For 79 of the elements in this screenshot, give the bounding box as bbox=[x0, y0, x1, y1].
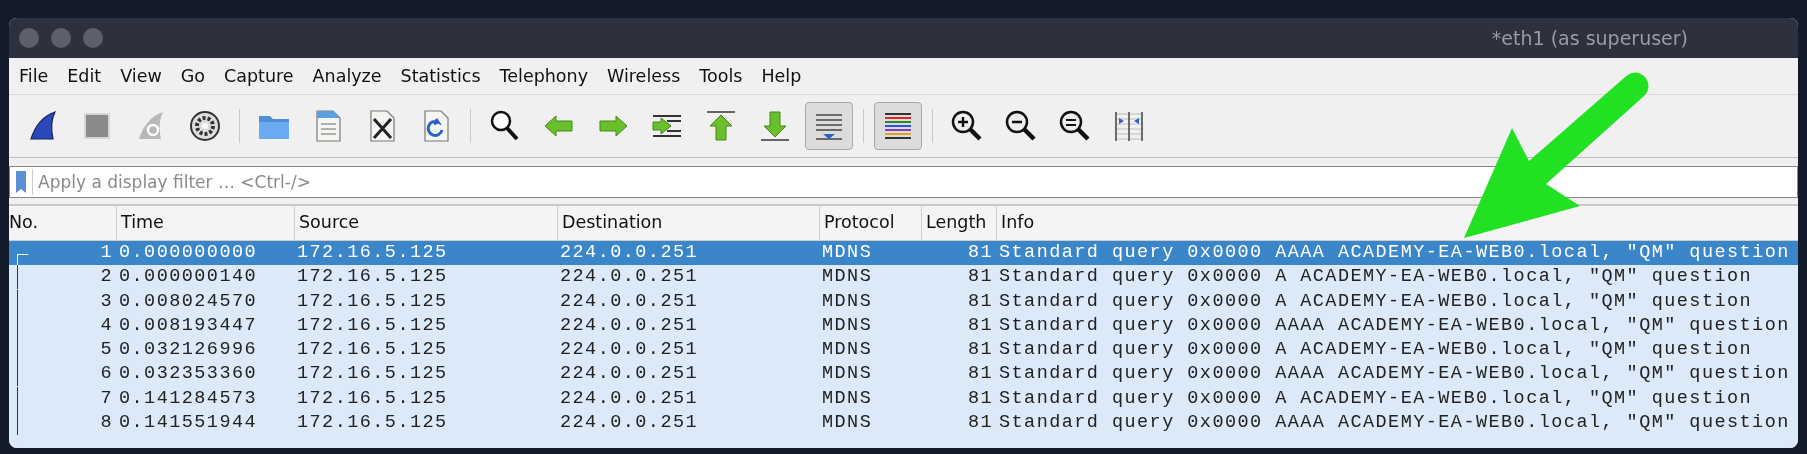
table-cell-text: Standard query 0x0000 AAAA ACADEMY-EA-WEB0.local, "QM" question bbox=[998, 313, 1791, 338]
menu-item[interactable]: Edit bbox=[67, 66, 102, 86]
table-cell-text: 172.16.5.125 bbox=[296, 241, 449, 265]
table-cell-text: 0.000000140 bbox=[118, 265, 259, 290]
table-cell-text: 172.16.5.125 bbox=[296, 289, 449, 314]
table-cell-text: 172.16.5.125 bbox=[296, 386, 449, 411]
menu-item[interactable]: Analyze bbox=[312, 66, 382, 86]
table-cell-text: 0.032353360 bbox=[118, 362, 259, 387]
table-cell-text: 0.141551944 bbox=[118, 411, 259, 436]
column-header[interactable]: Source bbox=[294, 206, 557, 240]
table-cell-text: 81 bbox=[966, 313, 994, 338]
table-cell-text: Standard query 0x0000 AAAA ACADEMY-EA-WEB0.local, "QM" question bbox=[998, 362, 1791, 387]
bookmark-icon[interactable] bbox=[13, 169, 33, 195]
table-cell-text: 224.0.0.251 bbox=[559, 241, 700, 265]
table-cell-text: 224.0.0.251 bbox=[559, 289, 700, 314]
table-cell-text: MDNS bbox=[821, 241, 874, 265]
filter-input[interactable]: Apply a display filter … <Ctrl-/> bbox=[36, 171, 1797, 193]
table-cell-text: 224.0.0.251 bbox=[559, 362, 700, 387]
table-cell-text: MDNS bbox=[821, 411, 874, 436]
table-cell-text: 0.141284573 bbox=[118, 386, 259, 411]
column-header[interactable]: Destination bbox=[557, 206, 819, 240]
table-cell-text: 224.0.0.251 bbox=[559, 386, 700, 411]
table-cell-text: Standard query 0x0000 AAAA ACADEMY-EA-WEB0.local, "QM" question bbox=[998, 411, 1791, 436]
table-cell-text: MDNS bbox=[821, 362, 874, 387]
table-cell-text: 224.0.0.251 bbox=[559, 313, 700, 338]
table-cell-text: MDNS bbox=[821, 313, 874, 338]
window-title: *eth1 (as superuser) bbox=[1491, 27, 1688, 49]
table-cell: 3 bbox=[9, 289, 116, 314]
menu-item[interactable]: Help bbox=[761, 66, 802, 86]
table-cell-text: 81 bbox=[966, 289, 994, 314]
autoscroll-icon[interactable] bbox=[805, 102, 853, 150]
table-cell-text: 0.000000000 bbox=[118, 241, 259, 265]
table-cell-text: Standard query 0x0000 A ACADEMY-EA-WEB0.local, "QM" question bbox=[998, 338, 1754, 363]
menu-item[interactable]: Go bbox=[180, 66, 205, 86]
table-cell-text: Standard query 0x0000 A ACADEMY-EA-WEB0.local, "QM" question bbox=[998, 386, 1754, 411]
table-cell-text: 224.0.0.251 bbox=[559, 338, 700, 363]
table-cell-text: MDNS bbox=[821, 265, 874, 290]
colored-lines-icon[interactable] bbox=[874, 102, 922, 150]
table-cell: 5 bbox=[9, 338, 116, 363]
table-cell-text: 81 bbox=[966, 386, 994, 411]
menu-item[interactable]: Capture bbox=[224, 66, 294, 86]
table-cell-text: 81 bbox=[966, 338, 994, 363]
table-cell-text: 81 bbox=[966, 362, 994, 387]
display-filter-field[interactable]: Apply a display filter … <Ctrl-/> bbox=[9, 166, 1798, 198]
table-cell-text: MDNS bbox=[821, 386, 874, 411]
table-cell: 7 bbox=[9, 386, 116, 412]
packet-row[interactable]: 1 0.000000000 172.16.5.125 224.0.0.251 MDNS 81 Standard query 0x0000 AAAA ACADEMY-EA-WEB0.local, "QM" question bbox=[9, 241, 1798, 266]
table-cell: 8 bbox=[9, 411, 116, 436]
menu-item[interactable]: File bbox=[19, 66, 49, 86]
table-cell-text: 0.032126996 bbox=[118, 338, 259, 363]
table-cell-text: Standard query 0x0000 AAAA ACADEMY-EA-WEB0.local, "QM" question bbox=[998, 241, 1791, 265]
table-cell-text: MDNS bbox=[821, 338, 874, 363]
table-cell-text: MDNS bbox=[821, 289, 874, 314]
table-cell-text: 81 bbox=[966, 265, 994, 290]
table-cell-text: 0.008193447 bbox=[118, 313, 259, 338]
menu-item[interactable]: View bbox=[120, 66, 162, 86]
table-cell-text: 172.16.5.125 bbox=[296, 313, 449, 338]
table-cell-text: 81 bbox=[966, 241, 994, 265]
table-cell-text: 224.0.0.251 bbox=[559, 265, 700, 290]
menu-item[interactable]: Telephony bbox=[499, 66, 589, 86]
table-cell-text: 172.16.5.125 bbox=[296, 411, 449, 436]
table-cell-text: Standard query 0x0000 A ACADEMY-EA-WEB0.local, "QM" question bbox=[998, 265, 1754, 290]
column-header[interactable]: Protocol bbox=[819, 206, 921, 240]
column-header[interactable]: Length bbox=[921, 206, 996, 240]
table-cell-text: Standard query 0x0000 A ACADEMY-EA-WEB0.local, "QM" question bbox=[998, 289, 1754, 314]
column-header[interactable]: No. bbox=[9, 206, 116, 240]
table-cell-text: 172.16.5.125 bbox=[296, 265, 449, 290]
menu-item[interactable]: Statistics bbox=[400, 66, 481, 86]
table-cell: 4 bbox=[9, 313, 116, 339]
column-header[interactable]: Time bbox=[116, 206, 294, 240]
table-cell-text: 81 bbox=[966, 411, 994, 436]
table-cell-text: 0.008024570 bbox=[118, 289, 259, 314]
table-cell-text: 172.16.5.125 bbox=[296, 338, 449, 363]
table-cell: 6 bbox=[9, 362, 116, 387]
menu-item[interactable]: Wireless bbox=[607, 66, 681, 86]
table-cell-text: 172.16.5.125 bbox=[296, 362, 449, 387]
table-cell-text: 224.0.0.251 bbox=[559, 411, 700, 436]
table-cell: 2 bbox=[9, 265, 116, 290]
menu-item[interactable]: Tools bbox=[699, 66, 743, 86]
